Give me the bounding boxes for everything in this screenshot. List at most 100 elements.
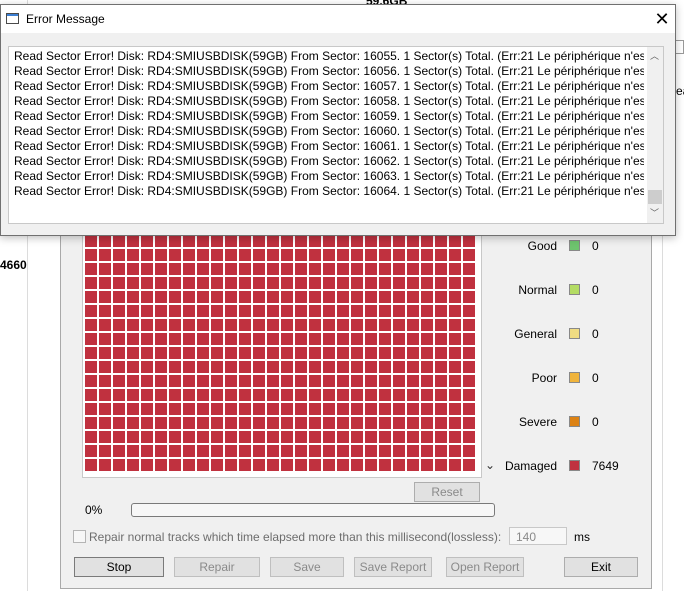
sector-block [365, 417, 377, 429]
sector-block [127, 375, 139, 387]
legend-count: 0 [592, 239, 599, 253]
error-log-line: Read Sector Error! Disk: RD4:SMIUSBDISK(… [14, 79, 644, 93]
sector-block [99, 375, 111, 387]
scroll-thumb[interactable] [648, 190, 662, 204]
sector-block [351, 277, 363, 289]
sector-block [337, 347, 349, 359]
scroll-up-arrow-icon[interactable]: ︿ [650, 49, 659, 62]
error-log-line: Read Sector Error! Disk: RD4:SMIUSBDISK(… [14, 94, 644, 108]
error-log-line: Read Sector Error! Disk: RD4:SMIUSBDISK(… [14, 139, 644, 153]
error-log-list[interactable]: Read Sector Error! Disk: RD4:SMIUSBDISK(… [8, 46, 664, 224]
sector-block [141, 431, 153, 443]
sector-block [183, 333, 195, 345]
legend-swatch [569, 460, 580, 471]
legend-swatch [569, 284, 580, 295]
sector-block [379, 417, 391, 429]
error-log-line: Read Sector Error! Disk: RD4:SMIUSBDISK(… [14, 124, 644, 138]
sector-block [85, 389, 97, 401]
sector-block [113, 235, 125, 247]
millisecond-threshold-input[interactable]: 140 [509, 527, 567, 545]
sector-block [253, 291, 265, 303]
sector-block [449, 263, 461, 275]
error-log-line: Read Sector Error! Disk: RD4:SMIUSBDISK(… [14, 154, 644, 168]
sector-block [225, 417, 237, 429]
repair-normal-tracks-checkbox[interactable] [73, 530, 86, 543]
sector-block [323, 389, 335, 401]
sector-block [281, 305, 293, 317]
sector-block [113, 305, 125, 317]
sector-block [155, 277, 167, 289]
sector-block [407, 417, 419, 429]
sector-block [379, 403, 391, 415]
sector-block [435, 361, 447, 373]
sector-block [211, 361, 223, 373]
sector-block [183, 403, 195, 415]
legend-swatch [569, 416, 580, 427]
save-report-button[interactable]: Save Report [354, 557, 432, 577]
sector-block [407, 263, 419, 275]
sector-block [155, 263, 167, 275]
sector-block [211, 235, 223, 247]
sector-block [337, 445, 349, 457]
sector-block [337, 389, 349, 401]
sector-block [393, 375, 405, 387]
scroll-down-arrow-icon[interactable]: ﹀ [650, 206, 659, 219]
sector-block [183, 347, 195, 359]
sector-block [295, 417, 307, 429]
sector-block [435, 333, 447, 345]
sector-block [169, 459, 181, 471]
legend-label: Severe [518, 415, 557, 429]
sector-block [183, 291, 195, 303]
log-scrollbar[interactable]: ︿ ﹀ [647, 47, 663, 223]
sector-block [337, 333, 349, 345]
title-bar[interactable]: Error Message ✕ [1, 5, 675, 33]
error-dialog-body: Read Sector Error! Disk: RD4:SMIUSBDISK(… [1, 33, 675, 235]
sector-block [267, 417, 279, 429]
sector-block [449, 347, 461, 359]
sector-block [99, 263, 111, 275]
sector-block [85, 431, 97, 443]
sector-block [169, 361, 181, 373]
sector-block [155, 459, 167, 471]
sector-block [141, 417, 153, 429]
sector-block [393, 417, 405, 429]
sector-block [239, 291, 251, 303]
sector-block [309, 319, 321, 331]
sector-block [421, 333, 433, 345]
sector-block [239, 277, 251, 289]
background-side-number: 4660 [0, 258, 27, 272]
sector-block [267, 333, 279, 345]
sector-block [141, 347, 153, 359]
sector-block [239, 319, 251, 331]
sector-block [113, 277, 125, 289]
sector-block [435, 347, 447, 359]
window-icon [6, 13, 19, 24]
sector-block [253, 459, 265, 471]
sector-block [337, 431, 349, 443]
sector-block [393, 235, 405, 247]
sector-block [351, 291, 363, 303]
exit-button[interactable]: Exit [564, 557, 638, 577]
stop-button[interactable]: Stop [74, 557, 164, 577]
open-report-button[interactable]: Open Report [446, 557, 524, 577]
error-log-line: Read Sector Error! Disk: RD4:SMIUSBDISK(… [14, 184, 644, 198]
sector-block [449, 319, 461, 331]
sector-block [309, 417, 321, 429]
sector-block [239, 305, 251, 317]
sector-block [197, 263, 209, 275]
sector-block [281, 403, 293, 415]
sector-block [435, 277, 447, 289]
sector-block [99, 347, 111, 359]
sector-block [281, 263, 293, 275]
sector-block [85, 249, 97, 261]
sector-block [393, 361, 405, 373]
sector-block [85, 291, 97, 303]
sector-block [85, 235, 97, 247]
sector-block [253, 235, 265, 247]
save-button[interactable]: Save [270, 557, 344, 577]
close-icon[interactable]: ✕ [651, 8, 673, 30]
reset-button[interactable]: Reset [414, 482, 480, 502]
sector-block [239, 235, 251, 247]
repair-button[interactable]: Repair [174, 557, 260, 577]
sector-block [379, 445, 391, 457]
